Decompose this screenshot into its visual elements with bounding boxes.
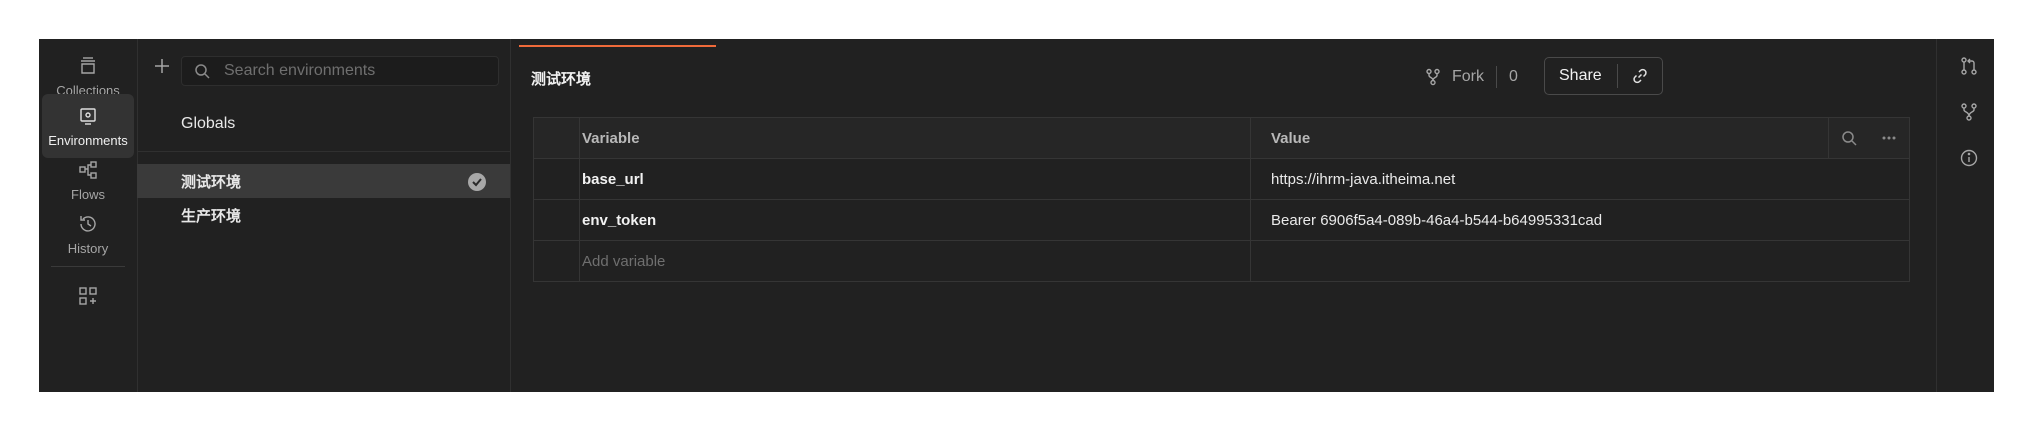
nav-history-label: History bbox=[67, 240, 109, 256]
fork-count: 0 bbox=[1509, 68, 1518, 85]
fork-icon bbox=[1426, 68, 1440, 86]
fork-label: Fork bbox=[1452, 68, 1484, 85]
nav-environments-label: Environments bbox=[48, 132, 128, 148]
environment-item-test[interactable]: 测试环境 bbox=[137, 164, 510, 198]
history-icon bbox=[80, 215, 96, 232]
add-variable-input[interactable]: Add variable bbox=[579, 240, 1251, 282]
nav-history[interactable]: History bbox=[42, 202, 134, 266]
row-checkbox-cell[interactable] bbox=[533, 199, 580, 241]
collections-icon bbox=[81, 56, 95, 74]
checkbox-column-header bbox=[533, 117, 580, 159]
nav-flows-label: Flows bbox=[71, 186, 105, 202]
variables-table: Variable Value base_url https://ihrm-jav… bbox=[533, 117, 1910, 282]
active-tab-indicator bbox=[519, 45, 716, 47]
add-environment-icon[interactable] bbox=[151, 55, 173, 77]
table-header-row: Variable Value bbox=[533, 117, 1910, 159]
copy-link-button[interactable] bbox=[1618, 67, 1662, 85]
environment-editor: 测试环境 Fork 0 Share Variable Value base_ur… bbox=[511, 39, 1974, 392]
more-options-icon[interactable] bbox=[1881, 130, 1897, 146]
share-button[interactable]: Share bbox=[1545, 67, 1617, 85]
fork-button[interactable]: Fork 0 bbox=[1424, 60, 1518, 94]
flows-icon bbox=[79, 160, 97, 179]
info-icon[interactable] bbox=[1958, 147, 1980, 169]
search-icon[interactable] bbox=[1841, 130, 1857, 146]
value-column-label: Value bbox=[1271, 129, 1311, 147]
add-value-cell[interactable] bbox=[1250, 240, 1910, 282]
fork-divider bbox=[1496, 66, 1497, 88]
variable-value-cell[interactable]: Bearer 6906f5a4-089b-46a4-b544-b64995331… bbox=[1250, 199, 1910, 241]
environment-title: 测试环境 bbox=[531, 71, 592, 88]
nav-divider bbox=[51, 266, 125, 267]
table-row: base_url https://ihrm-java.itheima.net bbox=[533, 158, 1910, 200]
value-column-header: Value bbox=[1250, 117, 1910, 159]
globals-item[interactable]: Globals bbox=[181, 115, 235, 133]
link-icon bbox=[1633, 68, 1647, 84]
pull-request-icon[interactable] bbox=[1958, 55, 1980, 77]
search-environments-box[interactable] bbox=[181, 56, 499, 86]
active-check-icon[interactable] bbox=[467, 172, 487, 192]
environment-item-prod[interactable]: 生产环境 bbox=[137, 198, 510, 232]
search-icon bbox=[195, 64, 210, 79]
variable-name-cell[interactable]: env_token bbox=[579, 199, 1251, 241]
share-control: Share bbox=[1544, 57, 1663, 95]
environments-sidebar: Globals 测试环境 生产环境 bbox=[137, 39, 511, 392]
table-header-actions bbox=[1828, 118, 1909, 158]
environment-item-label: 生产环境 bbox=[181, 207, 242, 225]
row-checkbox-cell bbox=[533, 240, 580, 282]
environments-icon bbox=[80, 107, 96, 125]
variable-value-cell[interactable]: https://ihrm-java.itheima.net bbox=[1250, 158, 1910, 200]
right-sidebar-divider bbox=[1936, 39, 1937, 392]
add-workspace-icon[interactable] bbox=[77, 285, 99, 307]
row-checkbox-cell[interactable] bbox=[533, 158, 580, 200]
app-window: Collections Environments Flows History G… bbox=[39, 39, 1994, 392]
add-variable-row: Add variable bbox=[533, 240, 1910, 282]
list-divider bbox=[137, 151, 510, 152]
fork-icon[interactable] bbox=[1958, 101, 1980, 123]
table-row: env_token Bearer 6906f5a4-089b-46a4-b544… bbox=[533, 199, 1910, 241]
variable-name-cell[interactable]: base_url bbox=[579, 158, 1251, 200]
left-nav-rail: Collections Environments Flows History bbox=[39, 39, 138, 392]
variable-column-header: Variable bbox=[579, 117, 1251, 159]
search-environments-input[interactable] bbox=[222, 61, 486, 81]
environment-item-label: 测试环境 bbox=[181, 173, 242, 191]
